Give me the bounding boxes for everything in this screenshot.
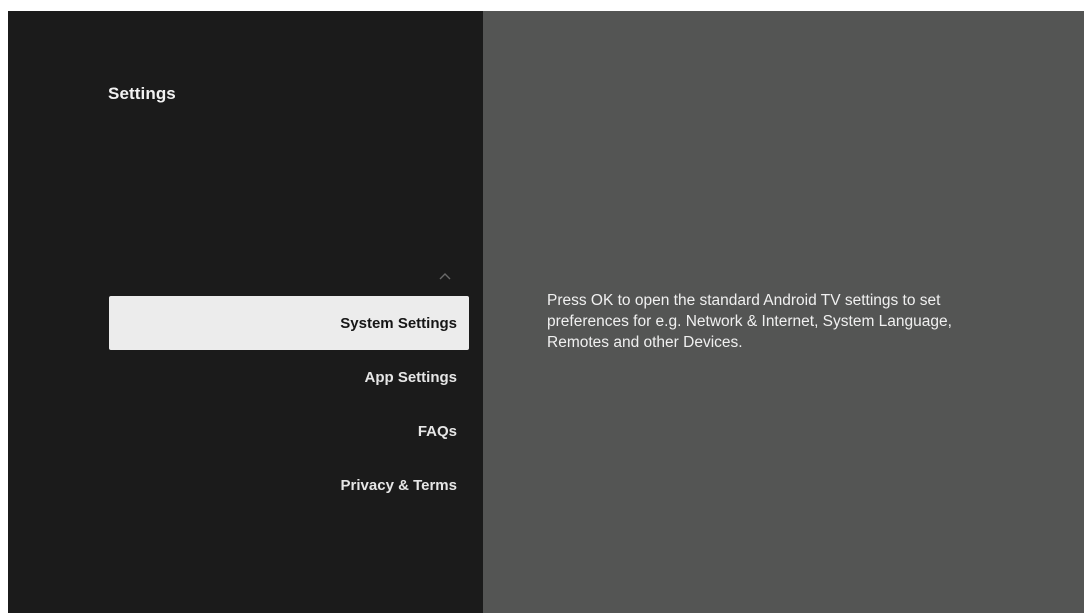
- menu-item-faqs[interactable]: FAQs: [109, 404, 469, 458]
- setting-description: Press OK to open the standard Android TV…: [547, 292, 952, 351]
- menu-item-label: App Settings: [364, 368, 458, 386]
- menu-item-label: FAQs: [417, 422, 457, 440]
- menu-item-label: System Settings: [340, 314, 457, 332]
- chevron-up-icon: [439, 273, 451, 280]
- settings-detail-panel: Press OK to open the standard Android TV…: [483, 11, 1084, 613]
- settings-menu: System Settings App Settings FAQs Privac…: [109, 296, 469, 512]
- menu-item-app-settings[interactable]: App Settings: [109, 350, 469, 404]
- tv-settings-screen: Settings System Settings App Settings FA…: [8, 11, 1084, 613]
- menu-item-label: Privacy & Terms: [340, 476, 457, 494]
- menu-item-privacy-terms[interactable]: Privacy & Terms: [109, 458, 469, 512]
- menu-item-system-settings[interactable]: System Settings: [109, 296, 469, 350]
- scroll-up-button[interactable]: [438, 269, 452, 283]
- settings-navigation-panel: Settings System Settings App Settings FA…: [8, 11, 483, 613]
- page-title: Settings: [108, 84, 176, 103]
